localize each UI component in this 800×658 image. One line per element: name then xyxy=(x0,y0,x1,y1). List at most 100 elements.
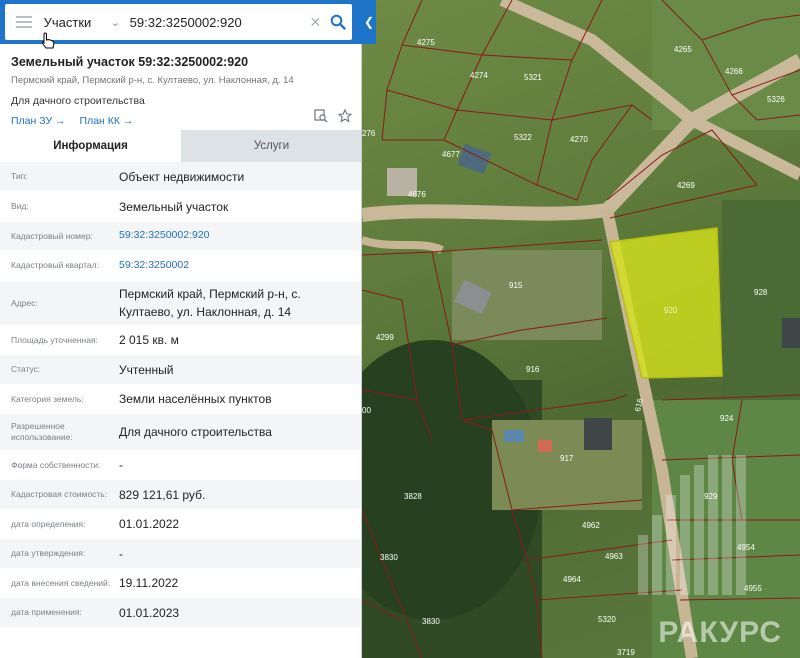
info-row-value: 2 015 кв. м xyxy=(119,333,179,347)
info-panel: Земельный участок 59:32:3250002:920 Перм… xyxy=(0,0,362,658)
info-row-label: дата утверждения: xyxy=(11,548,86,559)
plan-kk-link[interactable]: План КК → xyxy=(80,115,134,127)
header-tools xyxy=(314,108,353,128)
building xyxy=(584,418,612,450)
parcel-header: Земельный участок 59:32:3250002:920 Перм… xyxy=(0,44,361,128)
info-row: дата определения: 01.01.2022 xyxy=(0,510,361,539)
parcel-label: 5321 xyxy=(524,73,542,82)
parcel-label: 4269 xyxy=(677,181,695,190)
search-icon[interactable] xyxy=(325,4,352,40)
info-row-label: Кадастровая стоимость: xyxy=(11,489,108,500)
info-row-label: Статус: xyxy=(11,364,41,375)
info-row-label: Разрешенное использование: xyxy=(11,421,73,442)
favorite-star-icon[interactable] xyxy=(337,108,353,128)
top-bar: Участки ⌄ ✕ ❮ xyxy=(0,0,376,44)
info-row-label: Адрес: xyxy=(11,297,38,308)
parcel-label: 4265 xyxy=(674,45,692,54)
parcel-label: 915 xyxy=(509,281,523,290)
parcel-label: 4274 xyxy=(470,71,488,80)
parcel-address: Пермский край, Пермский р-н, с. Култаево… xyxy=(11,75,294,86)
plan-links: План ЗУ → План КК → xyxy=(0,107,361,127)
tab-bar: Информация Услуги xyxy=(0,130,361,162)
info-row-value: 829 121,61 руб. xyxy=(119,487,206,502)
parcel-label: 916 xyxy=(526,365,540,374)
parcel-label: 5322 xyxy=(514,133,532,142)
info-row-value: Пермский край, Пермский р-н, с. Култаево… xyxy=(119,287,301,319)
info-row-value: Земельный участок xyxy=(119,199,229,214)
parcel-usage: Для дачного строительства xyxy=(11,95,145,107)
info-row-value: - xyxy=(119,546,123,561)
tab-information[interactable]: Информация xyxy=(0,130,181,162)
info-row-value: Учтенный xyxy=(119,362,174,377)
plan-zu-link[interactable]: План ЗУ → xyxy=(11,115,66,127)
parcel-label: 4299 xyxy=(376,333,394,342)
info-row: Форма собственности: - xyxy=(0,451,361,480)
parcel-label: 3830 xyxy=(380,553,398,562)
hand-cursor-icon xyxy=(41,32,55,49)
collapse-panel-button[interactable]: ❮ xyxy=(362,0,376,44)
info-row: Кадастровый номер: 59:32:3250002:920 xyxy=(0,222,361,251)
search-input[interactable] xyxy=(125,7,306,37)
info-row: Адрес: Пермский край, Пермский р-н, с. Ку… xyxy=(0,281,361,326)
info-row: Разрешенное использование: Для дачного ст… xyxy=(0,414,361,451)
parcel-label: 5320 xyxy=(598,615,616,624)
info-row: Кадастровый квартал: 59:32:3250002 xyxy=(0,251,361,281)
chevron-left-icon: ❮ xyxy=(363,15,375,29)
building xyxy=(504,430,524,442)
info-row: дата применения: 01.01.2023 xyxy=(0,598,361,628)
parcel-label: 3830 xyxy=(422,617,440,626)
info-row-link[interactable]: 59:32:3250002:920 xyxy=(119,222,361,250)
menu-icon[interactable] xyxy=(5,4,44,40)
building xyxy=(538,440,552,452)
object-type-label: Участки xyxy=(43,14,92,30)
info-row: Тип: Объект недвижимости xyxy=(0,162,361,192)
parcel-label-selected: 920 xyxy=(664,306,678,315)
road xyxy=(362,236,444,254)
parcel-label: 276 xyxy=(362,129,376,138)
info-row-label: Площадь уточненная: xyxy=(11,334,98,345)
info-row-label: дата применения: xyxy=(11,607,82,618)
parcel-label: 917 xyxy=(560,454,574,463)
parcel-label: 4275 xyxy=(417,38,435,47)
info-row-value: Объект недвижимости xyxy=(119,169,245,184)
parcel-label: 4962 xyxy=(582,521,600,530)
parcel-label: 4677 xyxy=(442,150,460,159)
info-row-label: Форма собственности: xyxy=(11,459,101,470)
info-row-value: Земли населённых пунктов xyxy=(119,392,272,406)
parcel-label: 4964 xyxy=(563,575,581,584)
field-area xyxy=(722,200,800,400)
chevron-down-icon: ⌄ xyxy=(110,16,120,29)
info-row: Вид: Земельный участок xyxy=(0,192,361,222)
info-row: Площадь уточненная: 2 015 кв. м xyxy=(0,326,361,355)
search-in-area-icon[interactable] xyxy=(314,109,328,128)
info-row-value: 01.01.2023 xyxy=(119,605,180,620)
info-row-value: 01.01.2022 xyxy=(119,517,180,531)
info-row-label: Кадастровый квартал: xyxy=(11,260,99,271)
info-row-link[interactable]: 59:32:3250002 xyxy=(119,251,361,280)
info-row: Кадастровая стоимость: 829 121,61 руб. xyxy=(0,480,361,510)
parcel-label: 5326 xyxy=(767,95,785,104)
info-row-label: Кадастровый номер: xyxy=(11,230,93,241)
parcel-label: 4963 xyxy=(605,552,623,561)
info-table: Тип: Объект недвижимости Вид: Земельный уча… xyxy=(0,162,361,628)
tab-services[interactable]: Услуги xyxy=(181,130,361,162)
info-row-value: Для дачного строительства xyxy=(119,425,272,439)
info-row-label: Вид: xyxy=(11,201,29,212)
info-row-value: - xyxy=(119,458,123,472)
parcel-label: 3719 xyxy=(617,648,635,657)
info-row-label: Тип: xyxy=(11,171,28,182)
info-row: Статус: Учтенный xyxy=(0,355,361,385)
info-row-label: дата внесения сведений: xyxy=(11,577,111,588)
parcel-label: 928 xyxy=(754,288,768,297)
selected-parcel-920[interactable] xyxy=(609,227,723,379)
clear-icon[interactable]: ✕ xyxy=(306,14,325,31)
parcel-label: 3828 xyxy=(404,492,422,501)
info-row: дата внесения сведений: 19.11.2022 xyxy=(0,569,361,598)
object-type-select[interactable]: Участки ⌄ xyxy=(44,15,126,30)
watermark-logo-icon xyxy=(638,455,746,595)
info-row-label: Категория земель: xyxy=(11,393,84,404)
watermark-text: РАКУРС xyxy=(658,616,782,649)
info-row: Категория земель: Земли населённых пункто… xyxy=(0,385,361,414)
search-box: Участки ⌄ ✕ xyxy=(5,4,352,40)
building xyxy=(782,318,800,348)
